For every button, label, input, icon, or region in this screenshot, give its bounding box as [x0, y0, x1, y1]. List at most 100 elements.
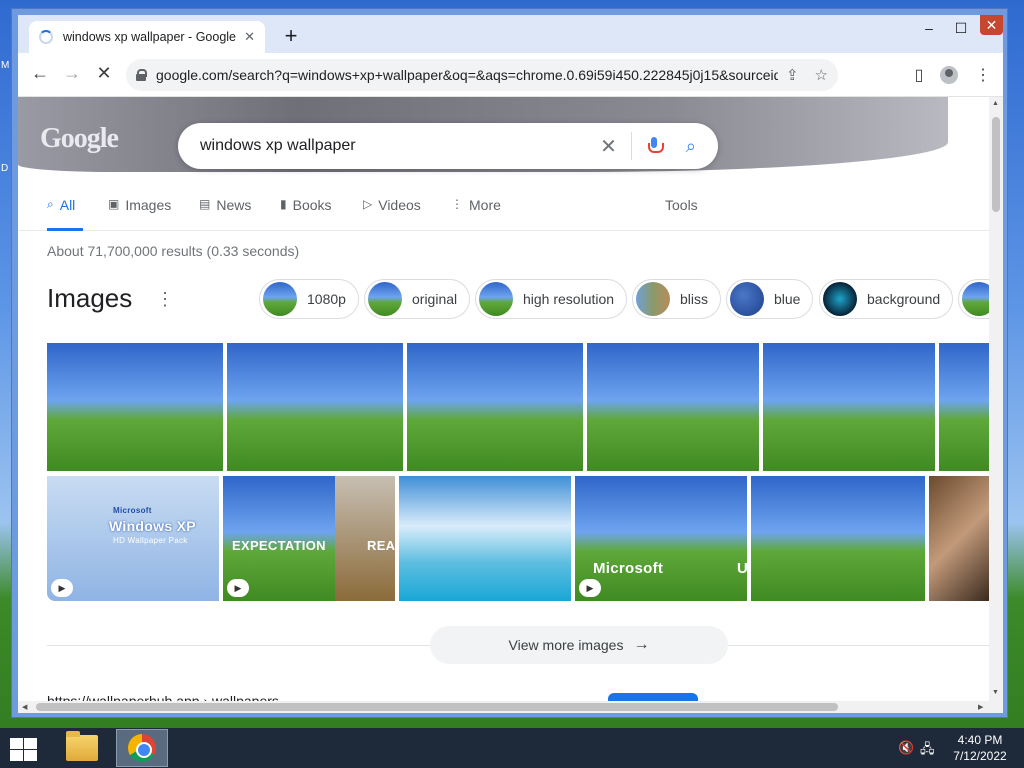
scroll-right-icon[interactable]: ▶	[978, 703, 983, 711]
tab-images[interactable]: ▣ Images	[108, 197, 171, 231]
image-result[interactable]: Microsoft U ▶	[575, 476, 747, 601]
scroll-left-icon[interactable]: ◀	[22, 703, 27, 711]
microphone-icon[interactable]	[647, 137, 664, 155]
image-result[interactable]	[47, 343, 223, 471]
chip-thumbnail	[823, 282, 857, 316]
chip-thumbnail	[479, 282, 513, 316]
image-result[interactable]	[587, 343, 759, 471]
maximize-button[interactable]: ☐	[946, 15, 976, 41]
start-button[interactable]	[8, 736, 38, 761]
image-result[interactable]	[939, 343, 989, 471]
back-button[interactable]: ←	[28, 63, 52, 84]
chip-background[interactable]: background	[819, 279, 954, 319]
scroll-up-icon[interactable]: ▲	[992, 100, 999, 107]
search-input[interactable]: windows xp wallpaper	[200, 137, 600, 155]
tab-label: Books	[292, 197, 332, 213]
image-result[interactable]	[399, 476, 571, 601]
clear-search-icon[interactable]: ✕	[600, 134, 617, 159]
image-caption: Microsoft	[113, 506, 152, 515]
chrome-taskbar-button[interactable]	[116, 729, 168, 767]
image-result[interactable]	[751, 476, 925, 601]
chip-label: 1080p	[307, 291, 346, 307]
image-result[interactable]	[407, 343, 583, 471]
scroll-down-icon[interactable]: ▼	[992, 689, 999, 696]
vertical-scrollbar[interactable]: ▲ ▼	[989, 97, 1003, 701]
image-caption: Microsoft	[593, 560, 664, 577]
search-icon[interactable]: ⌕	[686, 136, 696, 157]
clock-date: 7/12/2022	[953, 749, 1007, 763]
google-logo[interactable]: Google	[40, 123, 119, 155]
new-tab-button[interactable]: +	[279, 23, 303, 49]
volume-muted-icon[interactable]: 🔇	[898, 740, 914, 756]
lock-icon[interactable]	[136, 69, 147, 81]
play-icon: ▶	[51, 579, 73, 597]
chip-label: background	[867, 291, 941, 307]
tab-news[interactable]: ▤ News	[199, 197, 251, 231]
chip-label: high resolution	[523, 291, 615, 307]
scroll-thumb[interactable]	[36, 703, 838, 711]
tab-videos[interactable]: ▷ Videos	[363, 197, 421, 231]
chip-original[interactable]: original	[364, 279, 471, 319]
image-result[interactable]	[763, 343, 935, 471]
bookmark-star-icon[interactable]: ☆	[815, 66, 828, 84]
image-result[interactable]: EXPECTATION REA ▶	[223, 476, 395, 601]
tab-more[interactable]: ⋮ More	[451, 197, 501, 231]
scroll-thumb[interactable]	[992, 117, 1000, 212]
tab-label: Videos	[378, 197, 421, 213]
next-result-url[interactable]: https://wallpaperhub.app › wallpapers	[47, 693, 279, 701]
search-box[interactable]: windows xp wallpaper ✕ ⌕	[178, 123, 718, 169]
chip-high-resolution[interactable]: high resolution	[475, 279, 628, 319]
share-icon[interactable]: ⇪	[786, 66, 799, 84]
side-panel-icon[interactable]: ▯	[908, 65, 930, 85]
search-tabs: ⌕ All ▣ Images ▤ News ▮ Books ▷ Videos ⋮ More …	[18, 197, 989, 231]
chip-bliss[interactable]: bliss	[632, 279, 722, 319]
loading-spinner-icon	[39, 30, 53, 44]
tab-title: windows xp wallpaper - Google S	[63, 30, 239, 44]
chip-partial[interactable]	[958, 279, 989, 319]
tools-button[interactable]: Tools	[665, 197, 698, 231]
more-options-icon[interactable]: ⋮	[156, 289, 174, 310]
tab-all[interactable]: ⌕ All	[47, 197, 83, 231]
close-window-button[interactable]: ✕	[980, 15, 1003, 35]
image-caption: HD Wallpaper Pack	[113, 536, 188, 545]
file-explorer-taskbar-button[interactable]	[56, 729, 108, 767]
tab-books[interactable]: ▮ Books	[280, 197, 332, 231]
horizontal-scrollbar[interactable]: ◀ ▶	[18, 701, 1003, 713]
play-icon: ▶	[227, 579, 249, 597]
tab-label: More	[469, 197, 501, 213]
desktop-icon-label: M	[1, 60, 10, 71]
windows-logo-icon	[24, 738, 37, 749]
close-tab-icon[interactable]: ✕	[244, 29, 255, 45]
folder-icon	[66, 731, 98, 761]
tab-label: Images	[125, 197, 172, 213]
profile-avatar[interactable]	[940, 66, 958, 84]
chip-blue[interactable]: blue	[726, 279, 814, 319]
image-result[interactable]	[929, 476, 989, 601]
view-more-images-button[interactable]: View more images →	[430, 626, 728, 664]
tab-label: News	[216, 197, 252, 213]
search-icon: ⌕	[47, 197, 54, 211]
system-clock[interactable]: 4:40 PM 7/12/2022	[940, 732, 1020, 764]
stop-loading-button[interactable]: ✕	[92, 63, 116, 84]
network-icon[interactable]: 🖧	[920, 740, 935, 762]
chip-thumbnail	[636, 282, 670, 316]
chip-1080p[interactable]: 1080p	[259, 279, 359, 319]
browser-window: windows xp wallpaper - Google S ✕ + – ☐ …	[11, 8, 1008, 718]
video-icon: ▷	[363, 197, 373, 211]
image-result[interactable]	[227, 343, 403, 471]
image-caption: U	[737, 560, 747, 577]
chip-label: blue	[774, 291, 801, 307]
forward-button[interactable]: →	[60, 63, 84, 84]
browser-tab[interactable]: windows xp wallpaper - Google S ✕	[29, 21, 265, 53]
chip-label: original	[412, 291, 458, 307]
minimize-button[interactable]: –	[914, 15, 944, 41]
browser-toolbar: ← → ✕ google.com/search?q=windows+xp+wal…	[18, 53, 1003, 97]
chrome-menu-icon[interactable]: ⋮	[972, 65, 994, 85]
desktop-icon-label: D	[1, 163, 9, 174]
chip-thumbnail	[730, 282, 764, 316]
url-text[interactable]: google.com/search?q=windows+xp+wallpaper…	[156, 67, 778, 83]
image-result[interactable]: Microsoft Windows XP HD Wallpaper Pack ▶	[47, 476, 219, 601]
partial-button[interactable]	[608, 693, 698, 701]
address-bar[interactable]: google.com/search?q=windows+xp+wallpaper…	[126, 59, 838, 91]
chrome-frame: windows xp wallpaper - Google S ✕ + – ☐ …	[18, 15, 1003, 713]
